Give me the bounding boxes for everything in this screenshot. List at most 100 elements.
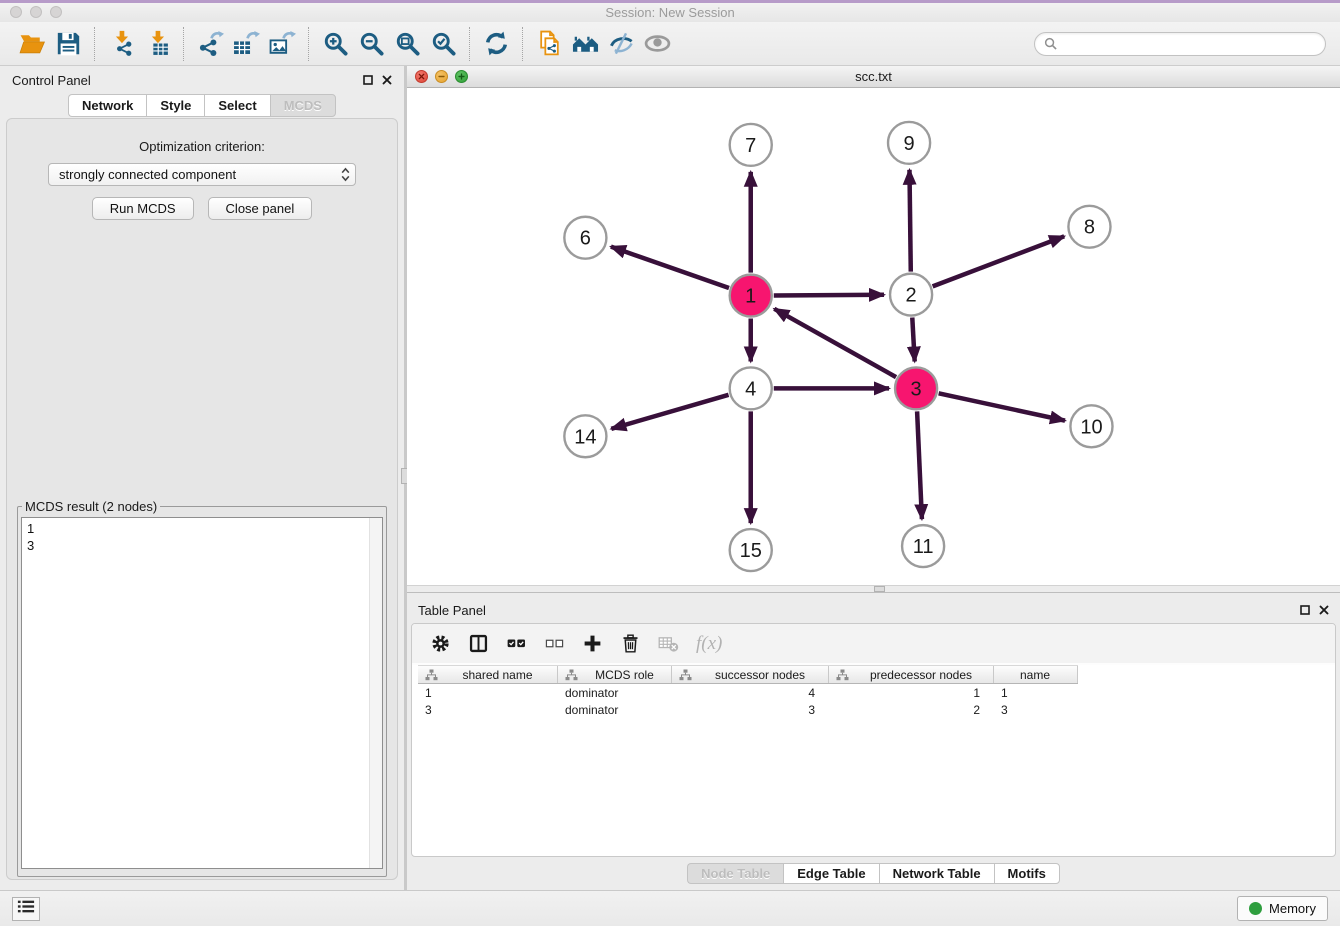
network-minimize-icon[interactable] (435, 70, 448, 83)
graph-edge-3-10[interactable] (939, 393, 1065, 420)
window-zoom-button[interactable] (50, 6, 62, 18)
tab-style[interactable]: Style (146, 94, 204, 117)
network-close-icon[interactable] (415, 70, 428, 83)
float-table-panel-icon[interactable] (1300, 605, 1310, 615)
export-network-icon[interactable] (192, 26, 228, 62)
graph-node-1[interactable]: 1 (730, 275, 772, 317)
close-panel-button[interactable]: Close panel (208, 197, 313, 220)
canvas-resize-handle[interactable] (874, 586, 885, 592)
svg-text:6: 6 (580, 228, 591, 250)
table-cell-name[interactable]: 1 (994, 686, 1078, 700)
tab-network-table[interactable]: Network Table (879, 863, 994, 884)
memory-status-icon (1249, 902, 1262, 915)
tree-icon (565, 669, 578, 681)
table-cell-mcds-role[interactable]: dominator (558, 686, 672, 700)
table-cell-shared-name[interactable]: 3 (418, 703, 558, 717)
add-column-icon[interactable] (582, 633, 603, 654)
result-scrollbar[interactable] (369, 518, 382, 868)
table-cell-predecessor-nodes[interactable]: 1 (829, 686, 994, 700)
column-header-shared-name[interactable]: shared name (418, 666, 558, 683)
graph-edge-1-2[interactable] (774, 295, 884, 296)
float-panel-icon[interactable] (363, 75, 373, 85)
mcds-result-area[interactable]: 13 (21, 517, 383, 869)
graph-node-2[interactable]: 2 (890, 274, 932, 316)
tree-icon (836, 669, 849, 681)
memory-button[interactable]: Memory (1237, 896, 1328, 921)
graph-node-4[interactable]: 4 (730, 367, 772, 409)
window-minimize-button[interactable] (30, 6, 42, 18)
column-header-mcds-role[interactable]: MCDS role (558, 666, 672, 683)
zoom-fit-content-icon[interactable] (389, 26, 425, 62)
column-header-name[interactable]: name (994, 666, 1078, 683)
table-row[interactable]: 3dominator323 (418, 701, 1335, 718)
run-mcds-button[interactable]: Run MCDS (92, 197, 194, 220)
graph-node-10[interactable]: 10 (1070, 405, 1112, 447)
tab-mcds[interactable]: MCDS (270, 94, 336, 117)
graph-edge-4-14[interactable] (611, 395, 728, 429)
svg-text:1: 1 (745, 286, 756, 308)
table-cell-successor-nodes[interactable]: 4 (672, 686, 829, 700)
close-table-panel-icon[interactable] (1319, 605, 1329, 615)
window-close-button[interactable] (10, 6, 22, 18)
delete-column-icon[interactable] (620, 633, 641, 654)
tab-network[interactable]: Network (68, 94, 146, 117)
import-network-icon[interactable] (103, 26, 139, 62)
graph-node-15[interactable]: 15 (730, 529, 772, 571)
table-cell-shared-name[interactable]: 1 (418, 686, 558, 700)
table-toolbar: f(x) (412, 624, 1335, 665)
toolbar-buttons (14, 26, 675, 62)
toggle-columns-icon[interactable] (468, 633, 489, 654)
show-hide-eye-icon[interactable] (639, 26, 675, 62)
zoom-out-icon[interactable] (353, 26, 389, 62)
table-cell-name[interactable]: 3 (994, 703, 1078, 717)
tab-edge-table[interactable]: Edge Table (783, 863, 878, 884)
graph-node-8[interactable]: 8 (1068, 206, 1110, 248)
graph-node-9[interactable]: 9 (888, 122, 930, 164)
toolbar-separator (94, 27, 95, 61)
zoom-selected-icon[interactable] (425, 26, 461, 62)
tab-node-table[interactable]: Node Table (687, 863, 783, 884)
zoom-in-icon[interactable] (317, 26, 353, 62)
network-bottom-strip (407, 585, 1340, 592)
graph-node-7[interactable]: 7 (730, 124, 772, 166)
export-table-icon[interactable] (228, 26, 264, 62)
table-cell-predecessor-nodes[interactable]: 2 (829, 703, 994, 717)
save-session-icon[interactable] (50, 26, 86, 62)
refresh-view-icon[interactable] (478, 26, 514, 62)
search-box[interactable] (1034, 32, 1326, 56)
task-history-button[interactable] (12, 897, 40, 921)
graph-edge-3-11[interactable] (917, 411, 922, 519)
control-panel-tabs: NetworkStyleSelectMCDS (0, 94, 404, 117)
graph-edge-2-3[interactable] (912, 318, 914, 362)
table-cell-mcds-role[interactable]: dominator (558, 703, 672, 717)
table-row[interactable]: 1dominator411 (418, 684, 1335, 701)
search-input[interactable] (1062, 36, 1316, 52)
graph-edge-2-8[interactable] (933, 236, 1065, 286)
graph-edge-2-9[interactable] (909, 170, 910, 272)
open-file-icon[interactable] (14, 26, 50, 62)
network-canvas[interactable]: 7 9 6 8 1 2 4 3 14 10 15 11 (407, 88, 1340, 585)
optimization-select[interactable]: strongly connected component (48, 163, 356, 186)
table-cell-successor-nodes[interactable]: 3 (672, 703, 829, 717)
graph-node-14[interactable]: 14 (564, 415, 606, 457)
graph-node-3[interactable]: 3 (895, 367, 937, 409)
home-view-icon[interactable] (567, 26, 603, 62)
table-settings-icon[interactable] (430, 633, 451, 654)
tab-select[interactable]: Select (204, 94, 269, 117)
column-header-predecessor-nodes[interactable]: predecessor nodes (829, 666, 994, 683)
select-all-rows-icon[interactable] (506, 633, 527, 654)
graph-edge-3-1[interactable] (774, 309, 896, 377)
import-table-icon[interactable] (139, 26, 175, 62)
clone-network-icon[interactable] (531, 26, 567, 62)
graph-edge-1-6[interactable] (611, 247, 729, 288)
graph-node-11[interactable]: 11 (902, 525, 944, 567)
column-header-successor-nodes[interactable]: successor nodes (672, 666, 829, 683)
close-panel-icon[interactable] (382, 75, 392, 85)
toggle-graphics-details-icon[interactable] (603, 26, 639, 62)
svg-text:7: 7 (745, 135, 756, 157)
network-maximize-icon[interactable] (455, 70, 468, 83)
tab-motifs[interactable]: Motifs (994, 863, 1060, 884)
unselect-all-rows-icon[interactable] (544, 633, 565, 654)
export-image-icon[interactable] (264, 26, 300, 62)
graph-node-6[interactable]: 6 (564, 217, 606, 259)
